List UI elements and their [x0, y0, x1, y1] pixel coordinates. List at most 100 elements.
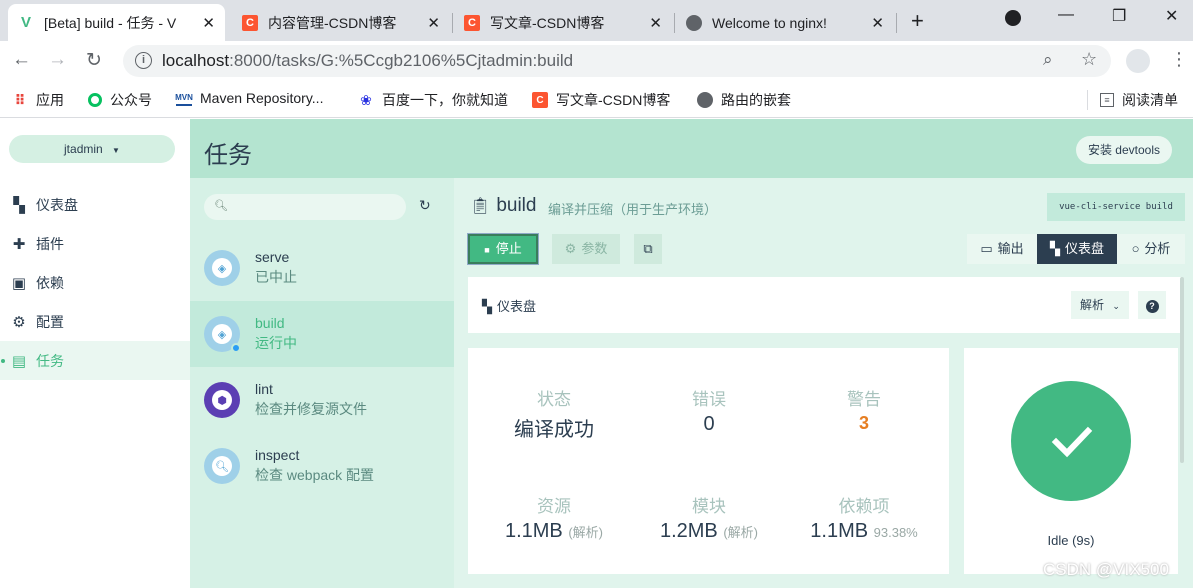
reading-list-icon: ≡	[1100, 93, 1114, 107]
globe-icon	[686, 14, 702, 31]
baidu-icon: ❀	[360, 91, 372, 108]
forward-button[interactable]: →	[48, 49, 67, 71]
stat-status: 状态 编译成功	[514, 390, 594, 441]
profile-avatar[interactable]	[1126, 49, 1150, 73]
gear-icon: ⚙	[564, 241, 577, 256]
back-button[interactable]: ←	[12, 49, 31, 71]
analyze-icon: ○	[1131, 241, 1140, 256]
tab-analyze[interactable]: ○ 分析	[1117, 234, 1185, 264]
watermark: CSDN @VIX500	[1043, 560, 1169, 579]
dashboard-label: ▚ 仪表盘	[482, 299, 537, 314]
stat-dependencies: 依赖项 1.1MB 93.38%	[810, 497, 918, 542]
new-tab-button[interactable]: +	[911, 8, 924, 34]
tab-title: 写文章-CSDN博客	[490, 14, 605, 31]
tab-dashboard[interactable]: ▚ 仪表盘	[1037, 234, 1117, 264]
project-selector[interactable]: jtadmin ▼	[9, 135, 175, 163]
browser-tab-csdn-content[interactable]: C 内容管理-CSDN博客 ✕	[232, 4, 450, 41]
open-external-icon[interactable]: ⧉	[634, 234, 662, 264]
menu-icon[interactable]: ⋮	[1170, 49, 1188, 70]
terminal-icon: ▭	[980, 241, 993, 256]
tab-title: Welcome to nginx!	[712, 14, 827, 31]
task-item-lint[interactable]: ⬢ lint 检查并修复源文件	[190, 367, 454, 433]
reload-button[interactable]: ↻	[86, 49, 102, 72]
task-search-input[interactable]: 🔍︎	[204, 194, 406, 220]
mvn-icon: MVN	[175, 90, 193, 106]
bookmark-baidu[interactable]: ❀ 百度一下，你就知道	[358, 90, 508, 110]
close-icon[interactable]: ✕	[202, 14, 215, 32]
url-text[interactable]: localhost:8000/tasks/G:%5Ccgb2106%5Cjtad…	[162, 51, 573, 71]
app-sidebar: jtadmin ▼ ▚ 仪表盘 ✚ 插件 ▣ 依赖 ⚙ 配置 ▤ 任务	[0, 119, 190, 588]
bookmark-csdn[interactable]: C 写文章-CSDN博客	[532, 90, 670, 110]
task-list: 🔍︎ ↻ ◈ serve 已中止 ◈ build 运行中 ⬢ lint 检查并修…	[190, 178, 454, 588]
browser-tab-strip: V [Beta] build - 任务 - V ✕ C 内容管理-CSDN博客 …	[0, 0, 1193, 41]
tab-search-icon[interactable]	[1005, 10, 1021, 26]
parameters-button[interactable]: ⚙ 参数	[552, 234, 620, 264]
dashboard-toolbar: ▚ 仪表盘 解析 ⌄ ?	[468, 277, 1181, 333]
stop-button[interactable]: ■ 停止	[467, 233, 539, 265]
sidebar-item-dependencies[interactable]: ▣ 依赖	[0, 263, 190, 302]
close-icon[interactable]: ✕	[871, 14, 884, 32]
library-icon: ▣	[11, 274, 27, 292]
close-icon[interactable]: ✕	[649, 14, 662, 32]
browser-tab-build[interactable]: V [Beta] build - 任务 - V ✕	[8, 4, 225, 41]
puzzle-icon: ✚	[12, 235, 26, 253]
idle-status: Idle (9s)	[1047, 533, 1095, 548]
sidebar-item-tasks[interactable]: ▤ 任务	[0, 341, 190, 380]
refresh-icon[interactable]: ↻	[419, 197, 431, 214]
csdn-icon: C	[464, 14, 480, 31]
bookmark-separator	[1087, 90, 1088, 110]
task-detail: 📋︎ build 编译并压缩（用于生产环境） vue-cli-service b…	[454, 178, 1193, 588]
page-title: 任务	[204, 142, 252, 169]
inspect-icon: 🔍︎	[204, 448, 240, 484]
minimize-button[interactable]: —	[1058, 6, 1074, 24]
task-item-serve[interactable]: ◈ serve 已中止	[190, 235, 454, 301]
task-title: 📋︎ build	[470, 195, 537, 216]
chevron-down-icon: ⌄	[1112, 301, 1120, 311]
star-icon[interactable]: ☆	[1081, 49, 1097, 70]
browser-toolbar: ← → ↻ i localhost:8000/tasks/G:%5Ccgb210…	[0, 41, 1193, 81]
close-icon[interactable]: ✕	[427, 14, 440, 32]
settings-icon: ⚙	[12, 313, 26, 331]
zoom-icon[interactable]: ⌕	[1043, 50, 1053, 70]
sidebar-item-config[interactable]: ⚙ 配置	[0, 302, 190, 341]
info-icon[interactable]: i	[135, 52, 152, 69]
build-status-panel: Idle (9s)	[964, 348, 1178, 574]
reading-list-button[interactable]: ≡ 阅读清单	[1100, 90, 1178, 110]
globe-icon	[697, 92, 713, 108]
wechat-icon	[88, 93, 102, 107]
stop-icon: ■	[484, 245, 490, 255]
task-command: vue-cli-service build	[1047, 193, 1185, 221]
search-icon: 🔍︎	[214, 200, 228, 212]
sidebar-item-plugins[interactable]: ✚ 插件	[0, 224, 190, 263]
caret-down-icon: ▼	[112, 146, 120, 155]
task-item-build[interactable]: ◈ build 运行中	[190, 301, 454, 367]
scrollbar[interactable]	[1180, 277, 1184, 463]
browser-tab-csdn-write[interactable]: C 写文章-CSDN博客 ✕	[454, 4, 672, 41]
address-bar[interactable]: i localhost:8000/tasks/G:%5Ccgb2106%5Cjt…	[123, 45, 1111, 77]
tab-output[interactable]: ▭ 输出	[967, 234, 1037, 264]
close-window-button[interactable]: ✕	[1165, 6, 1178, 26]
bookmark-apps[interactable]: ⠿ 应用	[12, 90, 64, 110]
bookmark-maven[interactable]: MVN Maven Repository...	[175, 90, 323, 106]
analyze-select[interactable]: 解析 ⌄	[1071, 291, 1129, 319]
tab-separator	[674, 13, 675, 33]
success-check-icon	[1011, 381, 1131, 501]
page-header: 任务 安装 devtools	[190, 119, 1193, 178]
install-devtools-button[interactable]: 安装 devtools	[1075, 136, 1172, 164]
bookmark-wechat[interactable]: 公众号	[88, 90, 152, 110]
help-button[interactable]: ?	[1138, 291, 1166, 319]
webpack-icon: ◈	[204, 250, 240, 286]
maximize-button[interactable]: ❐	[1112, 6, 1126, 26]
task-item-inspect[interactable]: 🔍︎ inspect 检查 webpack 配置	[190, 433, 454, 499]
dashboard-icon: ▚	[1049, 241, 1060, 256]
active-dot	[1, 358, 5, 363]
sidebar-item-dashboard[interactable]: ▚ 仪表盘	[0, 185, 190, 224]
help-icon: ?	[1145, 300, 1159, 313]
tab-title: 内容管理-CSDN博客	[268, 14, 397, 31]
dashboard-icon: ▚	[13, 196, 25, 214]
tab-separator	[452, 13, 453, 33]
browser-tab-nginx[interactable]: Welcome to nginx! ✕	[676, 4, 894, 41]
eslint-icon: ⬢	[204, 382, 240, 418]
tab-separator	[896, 13, 897, 33]
bookmark-routes[interactable]: 路由的嵌套	[697, 90, 791, 110]
